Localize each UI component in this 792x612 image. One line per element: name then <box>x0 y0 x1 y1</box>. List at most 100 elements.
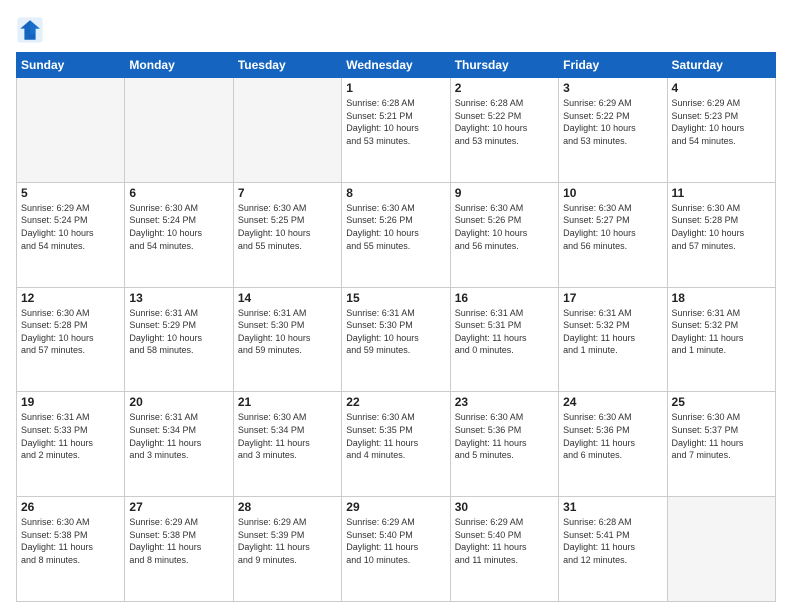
day-info: Sunrise: 6:30 AM Sunset: 5:34 PM Dayligh… <box>238 411 337 461</box>
day-info: Sunrise: 6:30 AM Sunset: 5:26 PM Dayligh… <box>455 202 554 252</box>
day-cell: 17 Sunrise: 6:31 AM Sunset: 5:32 PM Dayli… <box>559 287 667 392</box>
calendar-table: SundayMondayTuesdayWednesdayThursdayFrid… <box>16 52 776 602</box>
day-cell: 6 Sunrise: 6:30 AM Sunset: 5:24 PM Daylig… <box>125 182 233 287</box>
day-info: Sunrise: 6:29 AM Sunset: 5:40 PM Dayligh… <box>455 516 554 566</box>
day-info: Sunrise: 6:30 AM Sunset: 5:25 PM Dayligh… <box>238 202 337 252</box>
logo <box>16 16 48 44</box>
day-info: Sunrise: 6:31 AM Sunset: 5:30 PM Dayligh… <box>346 307 445 357</box>
day-info: Sunrise: 6:29 AM Sunset: 5:23 PM Dayligh… <box>672 97 771 147</box>
day-cell: 20 Sunrise: 6:31 AM Sunset: 5:34 PM Dayli… <box>125 392 233 497</box>
day-cell: 7 Sunrise: 6:30 AM Sunset: 5:25 PM Daylig… <box>233 182 341 287</box>
day-number: 6 <box>129 186 228 200</box>
day-number: 14 <box>238 291 337 305</box>
day-number: 20 <box>129 395 228 409</box>
day-cell: 1 Sunrise: 6:28 AM Sunset: 5:21 PM Daylig… <box>342 78 450 183</box>
page: SundayMondayTuesdayWednesdayThursdayFrid… <box>0 0 792 612</box>
day-cell: 16 Sunrise: 6:31 AM Sunset: 5:31 PM Dayli… <box>450 287 558 392</box>
day-info: Sunrise: 6:31 AM Sunset: 5:32 PM Dayligh… <box>563 307 662 357</box>
logo-icon <box>16 16 44 44</box>
day-number: 4 <box>672 81 771 95</box>
day-number: 19 <box>21 395 120 409</box>
day-info: Sunrise: 6:30 AM Sunset: 5:28 PM Dayligh… <box>672 202 771 252</box>
day-number: 13 <box>129 291 228 305</box>
day-number: 7 <box>238 186 337 200</box>
weekday-header-row: SundayMondayTuesdayWednesdayThursdayFrid… <box>17 53 776 78</box>
day-number: 23 <box>455 395 554 409</box>
weekday-monday: Monday <box>125 53 233 78</box>
day-info: Sunrise: 6:28 AM Sunset: 5:41 PM Dayligh… <box>563 516 662 566</box>
day-info: Sunrise: 6:28 AM Sunset: 5:22 PM Dayligh… <box>455 97 554 147</box>
day-number: 16 <box>455 291 554 305</box>
day-cell: 4 Sunrise: 6:29 AM Sunset: 5:23 PM Daylig… <box>667 78 775 183</box>
day-cell: 18Sunrise: 6:31 AM Sunset: 5:32 PM Dayli… <box>667 287 775 392</box>
day-info: Sunrise: 6:30 AM Sunset: 5:38 PM Dayligh… <box>21 516 120 566</box>
week-row-1: 5Sunrise: 6:29 AM Sunset: 5:24 PM Daylig… <box>17 182 776 287</box>
day-info: Sunrise: 6:30 AM Sunset: 5:27 PM Dayligh… <box>563 202 662 252</box>
day-cell: 25 Sunrise: 6:30 AM Sunset: 5:37 PM Dayli… <box>667 392 775 497</box>
day-cell <box>125 78 233 183</box>
day-number: 2 <box>455 81 554 95</box>
day-number: 31 <box>563 500 662 514</box>
day-cell: 29Sunrise: 6:29 AM Sunset: 5:40 PM Dayli… <box>342 497 450 602</box>
day-cell: 30 Sunrise: 6:29 AM Sunset: 5:40 PM Dayli… <box>450 497 558 602</box>
weekday-thursday: Thursday <box>450 53 558 78</box>
week-row-0: 1 Sunrise: 6:28 AM Sunset: 5:21 PM Daylig… <box>17 78 776 183</box>
day-number: 18 <box>672 291 771 305</box>
day-info: Sunrise: 6:30 AM Sunset: 5:26 PM Dayligh… <box>346 202 445 252</box>
weekday-friday: Friday <box>559 53 667 78</box>
week-row-4: 26 Sunrise: 6:30 AM Sunset: 5:38 PM Dayli… <box>17 497 776 602</box>
day-cell: 15 Sunrise: 6:31 AM Sunset: 5:30 PM Dayli… <box>342 287 450 392</box>
day-cell <box>233 78 341 183</box>
day-number: 12 <box>21 291 120 305</box>
day-info: Sunrise: 6:31 AM Sunset: 5:31 PM Dayligh… <box>455 307 554 357</box>
day-info: Sunrise: 6:28 AM Sunset: 5:21 PM Dayligh… <box>346 97 445 147</box>
day-cell: 5Sunrise: 6:29 AM Sunset: 5:24 PM Daylig… <box>17 182 125 287</box>
day-cell: 22 Sunrise: 6:30 AM Sunset: 5:35 PM Dayli… <box>342 392 450 497</box>
day-cell: 24 Sunrise: 6:30 AM Sunset: 5:36 PM Dayli… <box>559 392 667 497</box>
day-info: Sunrise: 6:29 AM Sunset: 5:24 PM Dayligh… <box>21 202 120 252</box>
day-cell: 31 Sunrise: 6:28 AM Sunset: 5:41 PM Dayli… <box>559 497 667 602</box>
day-number: 24 <box>563 395 662 409</box>
day-cell: 23 Sunrise: 6:30 AM Sunset: 5:36 PM Dayli… <box>450 392 558 497</box>
day-cell: 28 Sunrise: 6:29 AM Sunset: 5:39 PM Dayli… <box>233 497 341 602</box>
day-number: 22 <box>346 395 445 409</box>
day-number: 11 <box>672 186 771 200</box>
day-cell: 3Sunrise: 6:29 AM Sunset: 5:22 PM Daylig… <box>559 78 667 183</box>
day-cell: 14 Sunrise: 6:31 AM Sunset: 5:30 PM Dayli… <box>233 287 341 392</box>
day-cell: 12Sunrise: 6:30 AM Sunset: 5:28 PM Dayli… <box>17 287 125 392</box>
day-info: Sunrise: 6:30 AM Sunset: 5:24 PM Dayligh… <box>129 202 228 252</box>
day-cell: 13 Sunrise: 6:31 AM Sunset: 5:29 PM Dayli… <box>125 287 233 392</box>
day-info: Sunrise: 6:30 AM Sunset: 5:35 PM Dayligh… <box>346 411 445 461</box>
day-number: 9 <box>455 186 554 200</box>
day-cell: 26 Sunrise: 6:30 AM Sunset: 5:38 PM Dayli… <box>17 497 125 602</box>
weekday-wednesday: Wednesday <box>342 53 450 78</box>
week-row-2: 12Sunrise: 6:30 AM Sunset: 5:28 PM Dayli… <box>17 287 776 392</box>
day-number: 26 <box>21 500 120 514</box>
day-number: 15 <box>346 291 445 305</box>
day-number: 29 <box>346 500 445 514</box>
day-number: 25 <box>672 395 771 409</box>
day-number: 28 <box>238 500 337 514</box>
day-number: 8 <box>346 186 445 200</box>
day-info: Sunrise: 6:31 AM Sunset: 5:30 PM Dayligh… <box>238 307 337 357</box>
day-number: 1 <box>346 81 445 95</box>
day-cell: 21 Sunrise: 6:30 AM Sunset: 5:34 PM Dayli… <box>233 392 341 497</box>
week-row-3: 19 Sunrise: 6:31 AM Sunset: 5:33 PM Dayli… <box>17 392 776 497</box>
day-info: Sunrise: 6:29 AM Sunset: 5:38 PM Dayligh… <box>129 516 228 566</box>
weekday-saturday: Saturday <box>667 53 775 78</box>
day-info: Sunrise: 6:31 AM Sunset: 5:34 PM Dayligh… <box>129 411 228 461</box>
day-cell: 27Sunrise: 6:29 AM Sunset: 5:38 PM Dayli… <box>125 497 233 602</box>
day-number: 30 <box>455 500 554 514</box>
day-info: Sunrise: 6:30 AM Sunset: 5:37 PM Dayligh… <box>672 411 771 461</box>
day-number: 21 <box>238 395 337 409</box>
day-info: Sunrise: 6:30 AM Sunset: 5:36 PM Dayligh… <box>455 411 554 461</box>
day-cell: 11 Sunrise: 6:30 AM Sunset: 5:28 PM Dayli… <box>667 182 775 287</box>
day-info: Sunrise: 6:31 AM Sunset: 5:33 PM Dayligh… <box>21 411 120 461</box>
day-info: Sunrise: 6:31 AM Sunset: 5:29 PM Dayligh… <box>129 307 228 357</box>
day-cell: 9 Sunrise: 6:30 AM Sunset: 5:26 PM Daylig… <box>450 182 558 287</box>
day-cell: 8 Sunrise: 6:30 AM Sunset: 5:26 PM Daylig… <box>342 182 450 287</box>
day-number: 17 <box>563 291 662 305</box>
day-info: Sunrise: 6:29 AM Sunset: 5:39 PM Dayligh… <box>238 516 337 566</box>
weekday-tuesday: Tuesday <box>233 53 341 78</box>
day-info: Sunrise: 6:30 AM Sunset: 5:36 PM Dayligh… <box>563 411 662 461</box>
